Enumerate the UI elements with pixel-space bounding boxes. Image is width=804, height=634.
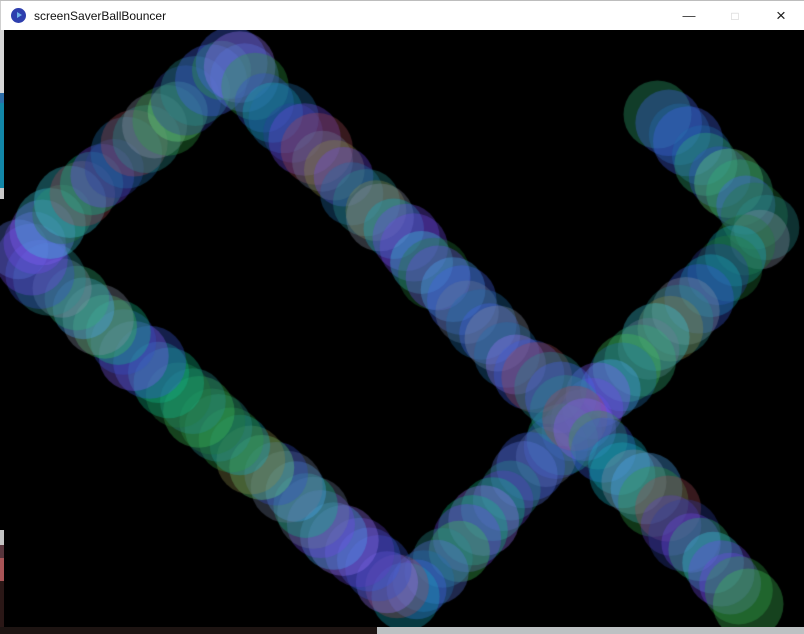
peek-segment <box>0 530 4 545</box>
window-top-border <box>0 0 804 1</box>
app-window: screenSaverBallBouncer — □ × <box>0 0 804 634</box>
peek-segment <box>0 93 4 103</box>
play-triangle-icon <box>17 12 22 18</box>
maximize-button[interactable]: □ <box>712 1 758 30</box>
peek-segment <box>0 30 4 93</box>
peek-segment <box>377 627 804 634</box>
peek-segment <box>0 627 377 634</box>
screensaver-canvas <box>0 30 804 634</box>
close-button[interactable]: × <box>758 1 804 30</box>
minimize-button[interactable]: — <box>666 1 712 30</box>
peek-segment <box>0 103 4 188</box>
peek-segment <box>0 558 4 581</box>
titlebar[interactable]: screenSaverBallBouncer — □ × <box>0 1 804 30</box>
window-title: screenSaverBallBouncer <box>34 9 166 23</box>
peek-segment <box>0 188 4 199</box>
app-icon[interactable] <box>11 8 26 23</box>
peek-segment <box>0 545 4 558</box>
window-controls: — □ × <box>666 1 804 30</box>
